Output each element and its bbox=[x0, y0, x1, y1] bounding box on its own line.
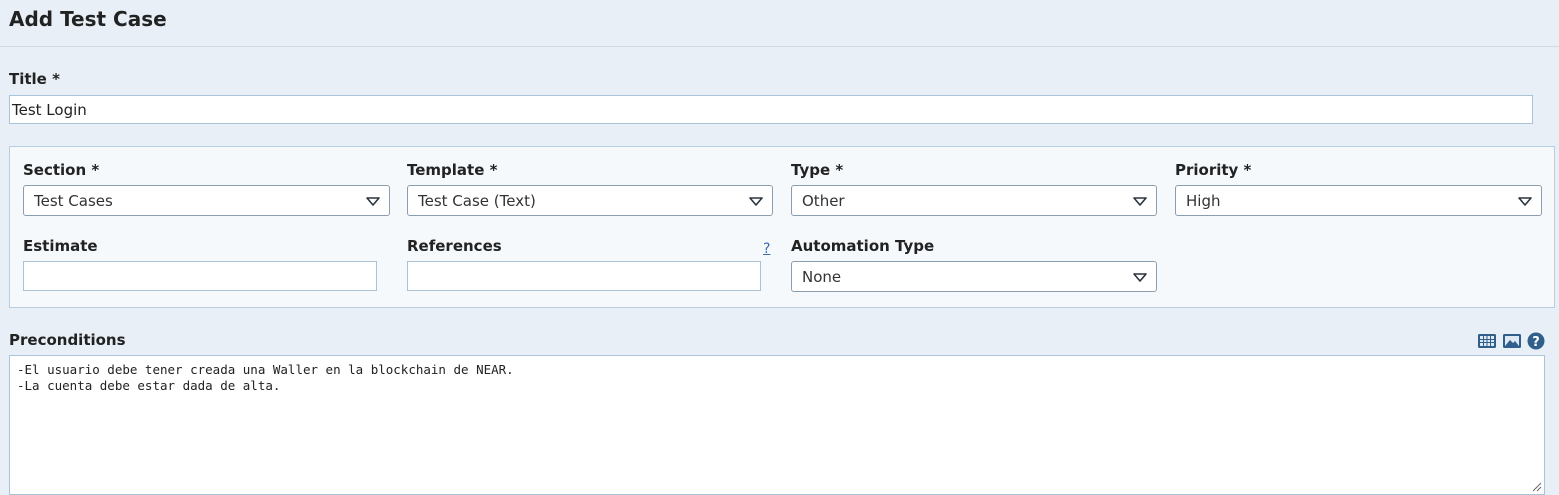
help-icon[interactable]: ? bbox=[1526, 332, 1546, 350]
automation-type-label: Automation Type bbox=[791, 237, 935, 255]
page-header: Add Test Case bbox=[0, 0, 1559, 47]
chevron-down-icon bbox=[1133, 197, 1147, 206]
template-value: Test Case (Text) bbox=[418, 192, 536, 210]
chevron-down-icon bbox=[749, 197, 763, 206]
chevron-down-icon bbox=[1518, 197, 1532, 206]
estimate-input[interactable] bbox=[23, 261, 377, 291]
priority-select[interactable]: High bbox=[1175, 185, 1542, 216]
chevron-down-icon bbox=[366, 197, 380, 206]
priority-label: Priority * bbox=[1175, 161, 1252, 179]
references-help-link[interactable]: ? bbox=[763, 241, 770, 257]
preconditions-textarea[interactable]: -El usuario debe tener creada una Waller… bbox=[9, 355, 1545, 495]
image-icon[interactable] bbox=[1502, 332, 1522, 350]
type-value: Other bbox=[802, 192, 845, 210]
section-value: Test Cases bbox=[34, 192, 113, 210]
svg-text:?: ? bbox=[1532, 335, 1540, 350]
priority-value: High bbox=[1186, 192, 1221, 210]
preconditions-toolbar: ? bbox=[1477, 332, 1547, 352]
resize-handle-icon[interactable] bbox=[1532, 482, 1542, 492]
automation-type-value: None bbox=[802, 268, 842, 286]
section-label: Section * bbox=[23, 161, 100, 179]
table-icon[interactable] bbox=[1477, 332, 1497, 350]
title-label: Title * bbox=[9, 70, 60, 88]
preconditions-label: Preconditions bbox=[9, 331, 126, 349]
chevron-down-icon bbox=[1133, 273, 1147, 282]
type-select[interactable]: Other bbox=[791, 185, 1157, 216]
estimate-label: Estimate bbox=[23, 237, 98, 255]
add-test-case-page: Add Test Case Title * Test Login Section… bbox=[0, 0, 1559, 495]
title-input[interactable]: Test Login bbox=[9, 95, 1533, 124]
automation-type-select[interactable]: None bbox=[791, 261, 1157, 292]
references-input[interactable] bbox=[407, 261, 761, 291]
preconditions-line: -La cuenta debe estar dada de alta. bbox=[17, 378, 281, 393]
type-label: Type * bbox=[791, 161, 844, 179]
template-label: Template * bbox=[407, 161, 498, 179]
page-title: Add Test Case bbox=[9, 7, 167, 31]
preconditions-line: -El usuario debe tener creada una Waller… bbox=[17, 362, 514, 377]
section-select[interactable]: Test Cases bbox=[23, 185, 390, 216]
references-label: References bbox=[407, 237, 502, 255]
template-select[interactable]: Test Case (Text) bbox=[407, 185, 773, 216]
